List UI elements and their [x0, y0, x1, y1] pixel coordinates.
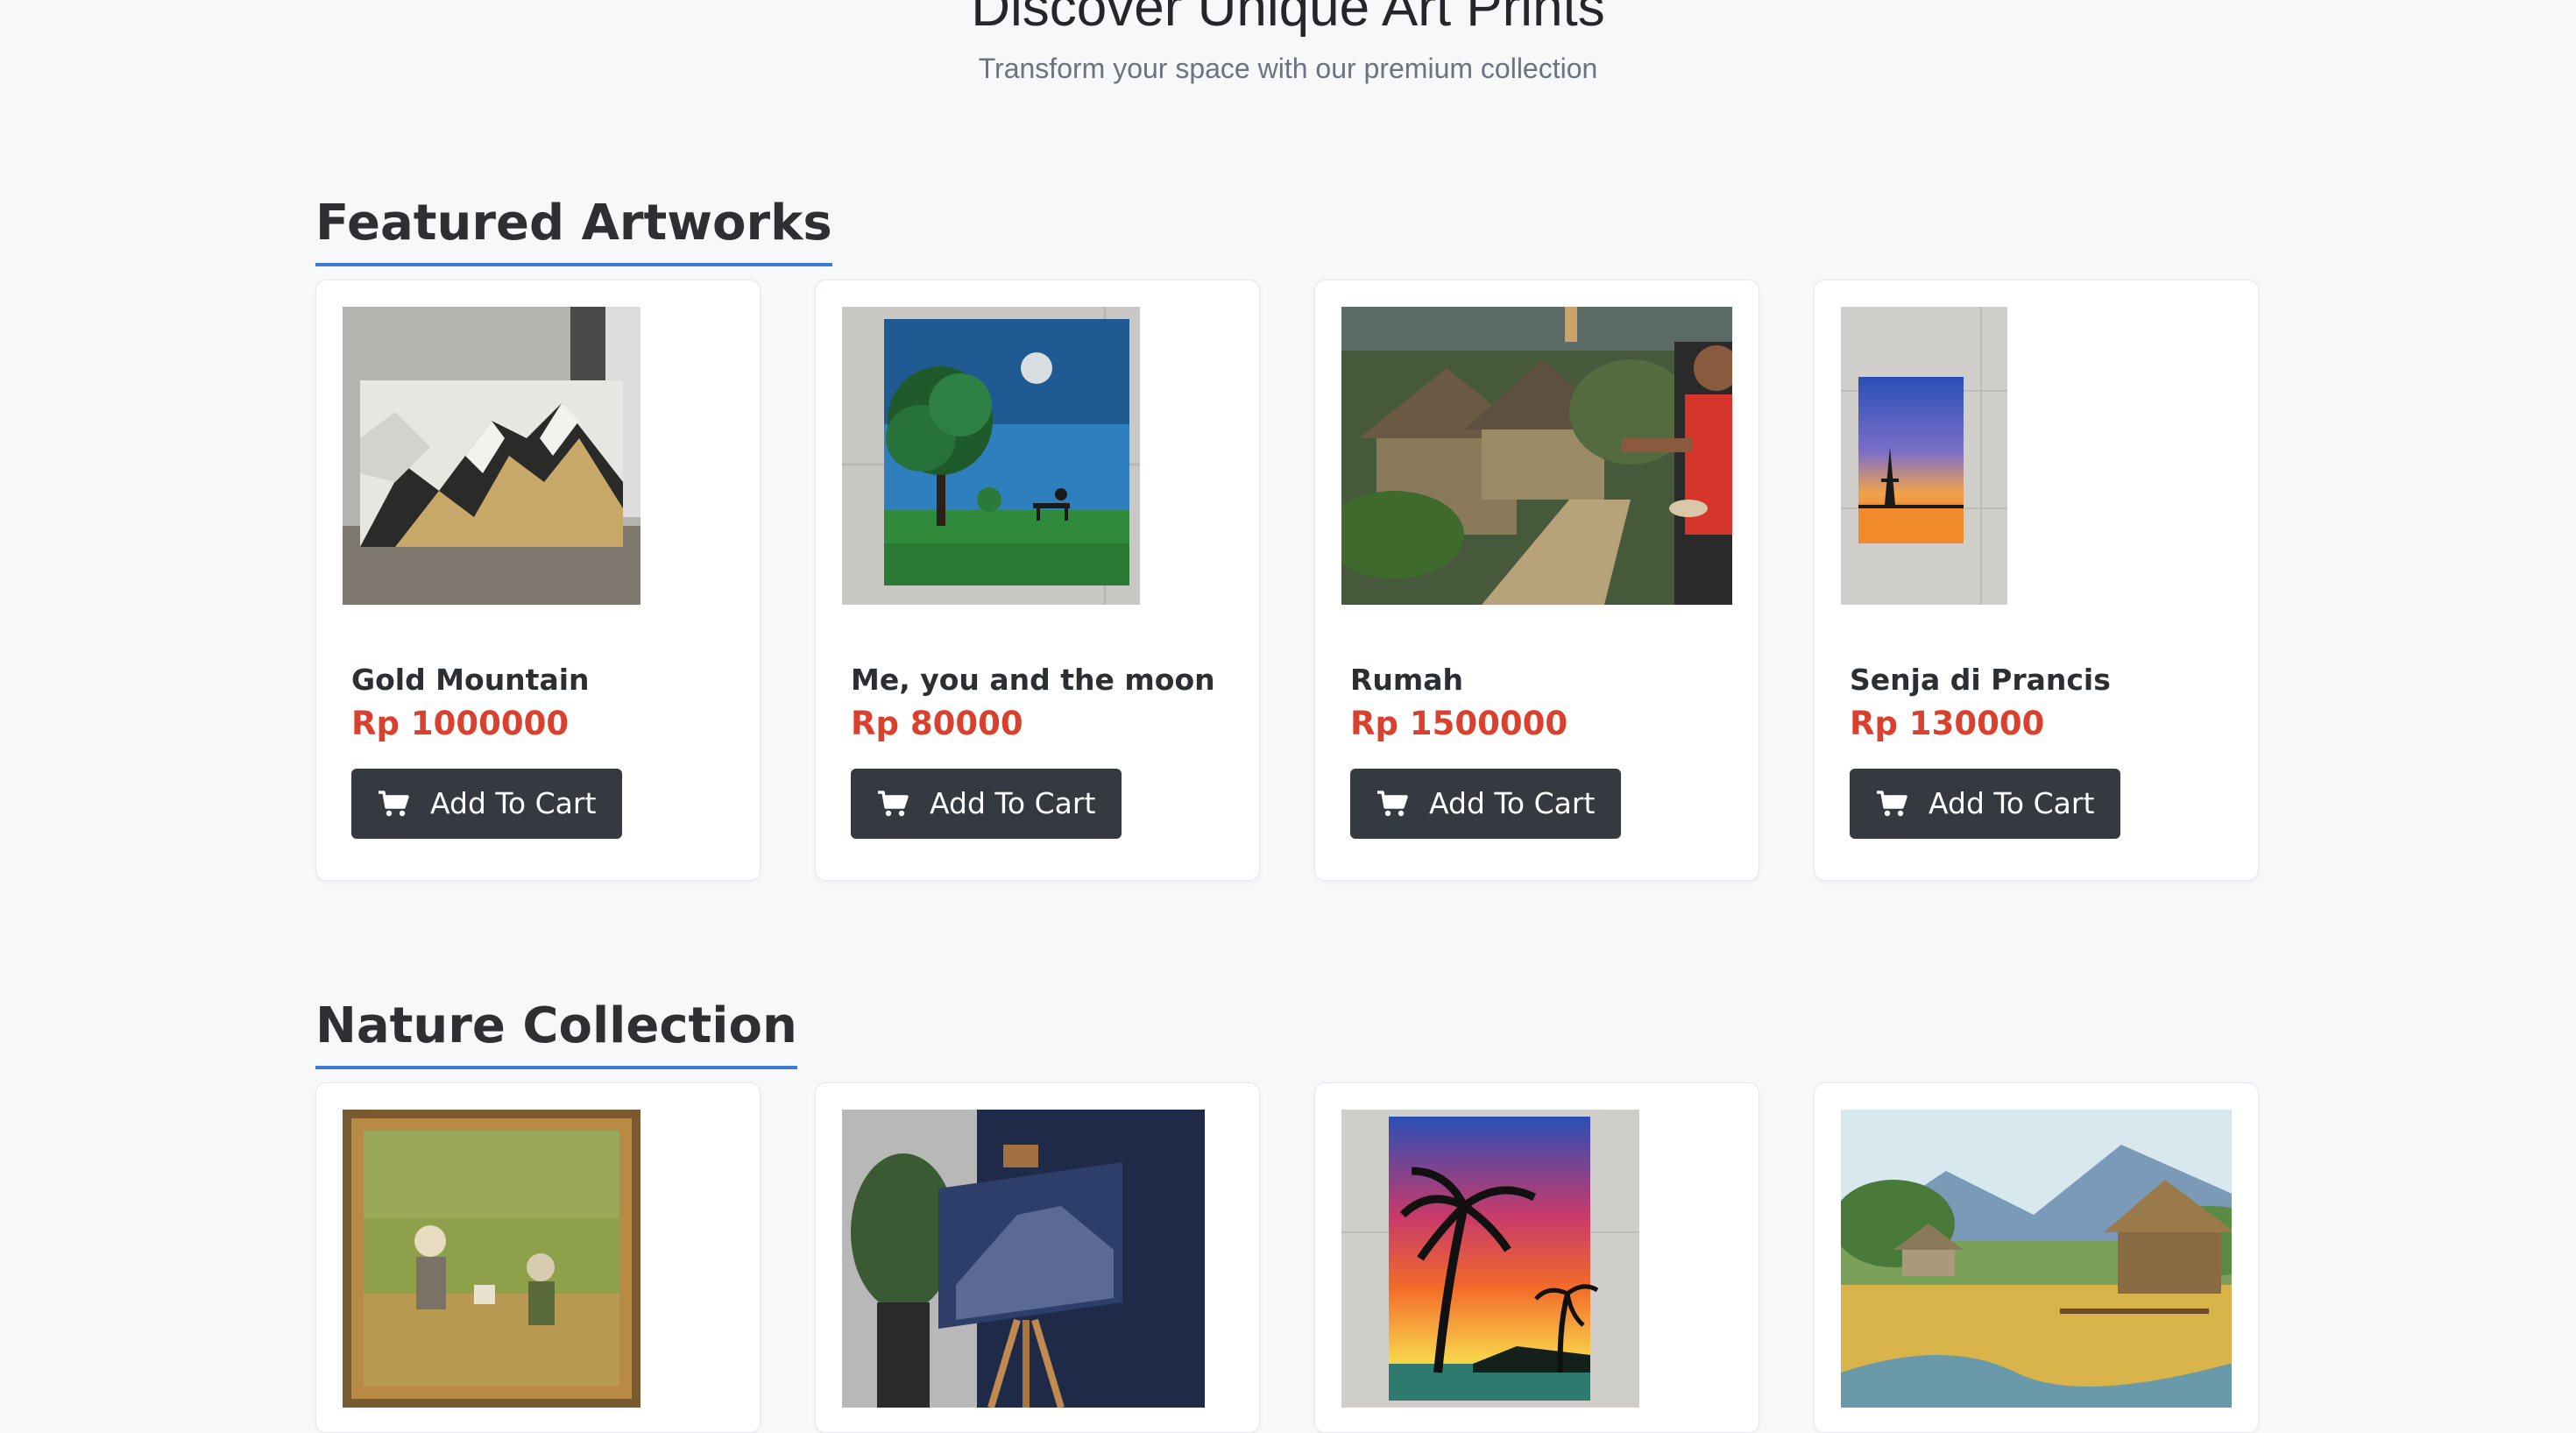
add-to-cart-label: Add To Cart [1928, 786, 2095, 821]
moon-tree-image [842, 307, 1140, 605]
product-title: Me, you and the moon [851, 663, 1215, 697]
product-card [315, 1082, 761, 1433]
product-card: Me, you and the moon Rp 80000 Add To Car… [815, 280, 1260, 881]
cart-icon [1376, 790, 1408, 818]
product-card: Gold Mountain Rp 1000000 Add To Cart [315, 280, 761, 881]
product-title: Senja di Prancis [1850, 663, 2111, 697]
product-image[interactable] [343, 1110, 733, 1408]
cart-icon [1876, 790, 1907, 818]
cart-icon [378, 790, 409, 818]
rice-field-painting-image [343, 1110, 640, 1408]
product-price: Rp 1000000 [351, 705, 570, 743]
gold-mountain-image [343, 307, 640, 605]
product-image[interactable] [842, 307, 1233, 605]
hero-banner: Discover Unique Art Prints Transform you… [0, 0, 2576, 85]
cart-icon [877, 790, 909, 818]
page-title: Discover Unique Art Prints [971, 0, 1605, 38]
product-image[interactable] [1841, 307, 2232, 605]
product-card [1814, 1082, 2259, 1433]
mountain-easel-image [842, 1110, 1205, 1408]
add-to-cart-button[interactable]: Add To Cart [351, 768, 623, 839]
product-title: Gold Mountain [351, 663, 590, 697]
product-card [1314, 1082, 1759, 1433]
nature-products-grid [315, 1082, 2259, 1433]
village-landscape-image [1841, 1110, 2232, 1408]
product-image[interactable] [1341, 1110, 1732, 1408]
add-to-cart-label: Add To Cart [930, 786, 1096, 821]
add-to-cart-button[interactable]: Add To Cart [1350, 768, 1622, 839]
product-title: Rumah [1350, 663, 1464, 697]
product-card [815, 1082, 1260, 1433]
product-card: Senja di Prancis Rp 130000 Add To Cart [1814, 280, 2259, 881]
product-image[interactable] [842, 1110, 1233, 1408]
add-to-cart-label: Add To Cart [1429, 786, 1596, 821]
add-to-cart-button[interactable]: Add To Cart [851, 768, 1122, 839]
product-image[interactable] [1841, 1110, 2232, 1408]
section-heading-nature: Nature Collection [315, 999, 797, 1070]
rumah-painting-image [1341, 307, 1732, 605]
product-price: Rp 1500000 [1350, 705, 1568, 743]
page-subtitle: Transform your space with our premium co… [978, 53, 1598, 85]
add-to-cart-button[interactable]: Add To Cart [1850, 768, 2121, 839]
product-price: Rp 130000 [1850, 705, 2045, 743]
featured-products-grid: Gold Mountain Rp 1000000 Add To Cart Me,… [315, 280, 2259, 881]
senja-paris-image [1841, 307, 2007, 605]
product-price: Rp 80000 [851, 705, 1023, 743]
section-heading-featured: Featured Artworks [315, 196, 832, 267]
add-to-cart-label: Add To Cart [430, 786, 597, 821]
palm-sunset-image [1341, 1110, 1639, 1408]
product-image[interactable] [343, 307, 733, 605]
product-image[interactable] [1341, 307, 1732, 605]
product-card: Rumah Rp 1500000 Add To Cart [1314, 280, 1759, 881]
